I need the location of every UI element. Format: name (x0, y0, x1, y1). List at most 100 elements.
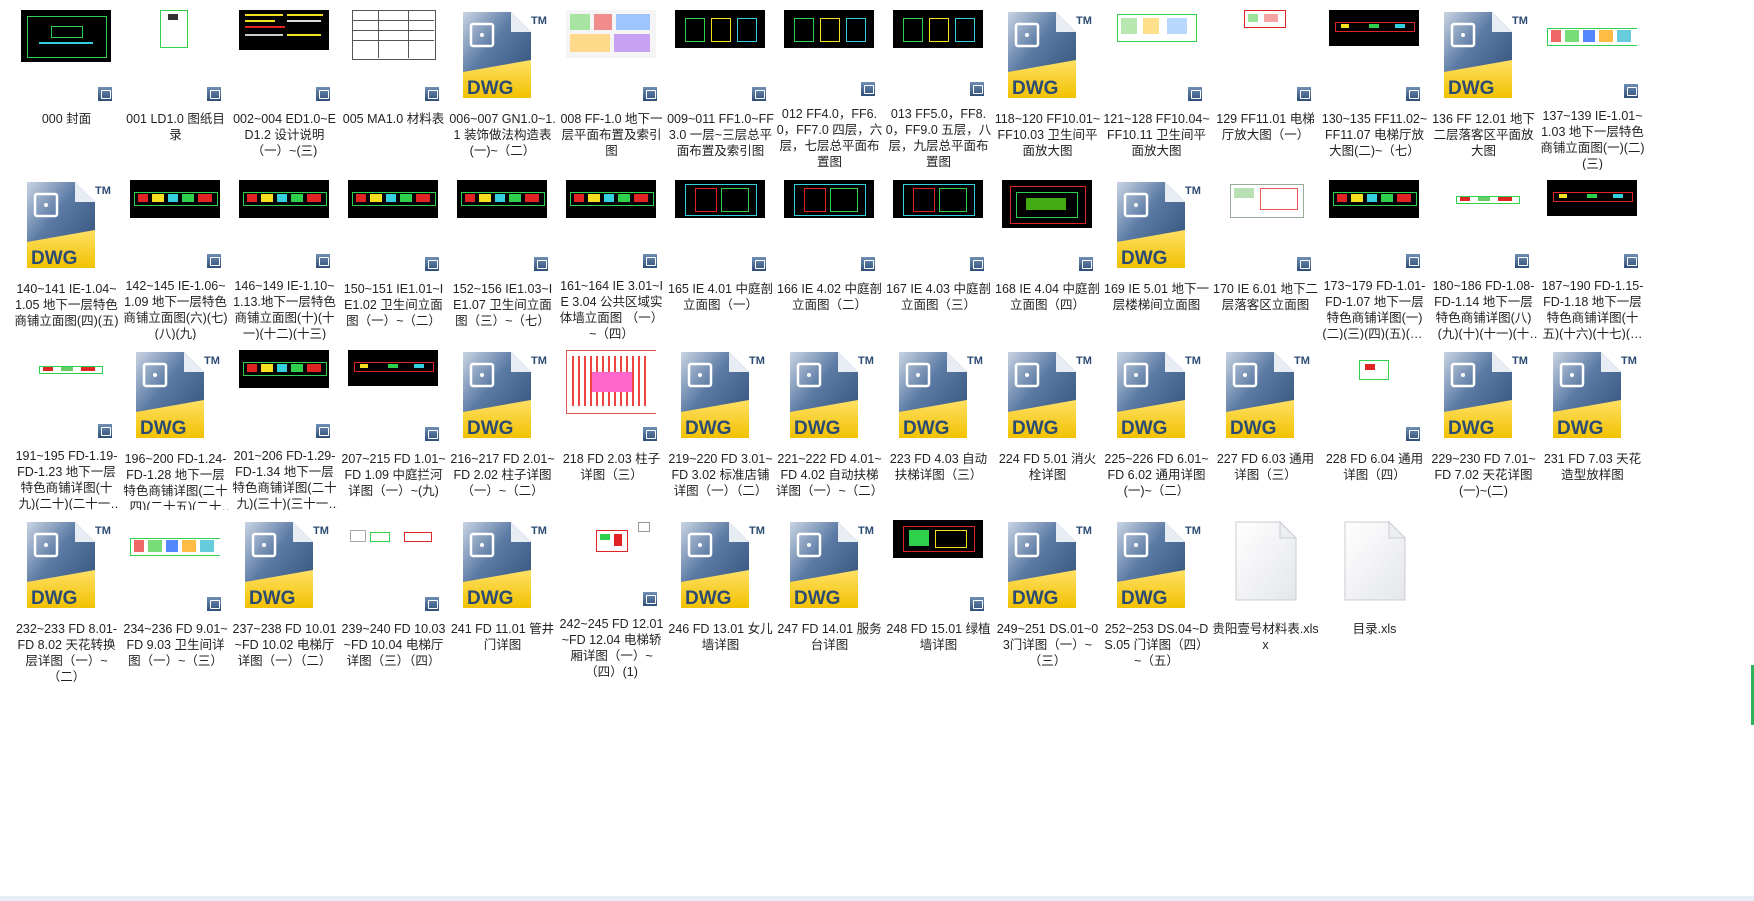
file-icon[interactable]: DWG TM (893, 350, 985, 442)
file-item[interactable]: 228 FD 6.04 通用详图（四） (1320, 340, 1429, 510)
file-icon[interactable]: DWG TM (1438, 10, 1530, 102)
file-name-label[interactable]: 248 FD 15.01 绿植墙详图 (885, 621, 992, 653)
file-icon[interactable] (456, 180, 549, 272)
file-name-label[interactable]: 140~141 IE-1.04~1.05 地下一层特色商铺立面图(四)(五) (13, 281, 120, 329)
file-icon[interactable]: DWG TM (1438, 350, 1530, 442)
file-icon[interactable] (565, 10, 658, 102)
file-icon[interactable] (238, 10, 331, 102)
file-item[interactable]: DWG TM 252~253 DS.04~DS.05 门详图（四）~（五） (1102, 510, 1211, 680)
file-name-label[interactable]: 237~238 FD 10.01~FD 10.02 电梯厅详图（一）（二） (231, 621, 338, 669)
file-name-label[interactable]: 241 FD 11.01 管井门详图 (449, 621, 556, 653)
file-name-label[interactable]: 231 FD 7.03 天花造型放样图 (1539, 451, 1646, 483)
file-icon[interactable]: DWG TM (1111, 350, 1203, 442)
file-item[interactable]: 168 IE 4.04 中庭剖立面图（四） (993, 170, 1102, 340)
file-item[interactable]: 目录.xls (1320, 510, 1429, 680)
file-icon[interactable] (783, 10, 876, 100)
file-name-label[interactable]: 137~139 IE-1.01~1.03 地下一层特色商铺立面图(一)(二)(三… (1539, 108, 1646, 170)
file-item[interactable]: DWG TM 227 FD 6.03 通用详图（三） (1211, 340, 1320, 510)
file-name-label[interactable]: 232~233 FD 8.01-FD 8.02 天花转换层详图（一）~（二） (13, 621, 120, 685)
file-item[interactable]: 165 IE 4.01 中庭剖立面图（一） (666, 170, 775, 340)
file-item[interactable]: DWG TM 229~230 FD 7.01~FD 7.02 天花详图(一)~(… (1429, 340, 1538, 510)
file-icon[interactable] (1546, 180, 1639, 270)
file-item[interactable]: DWG TM 241 FD 11.01 管井门详图 (448, 510, 557, 680)
file-icon[interactable] (129, 520, 222, 612)
file-name-label[interactable]: 218 FD 2.03 柱子详图（三） (558, 451, 665, 483)
file-item[interactable]: DWG TM 231 FD 7.03 天花造型放样图 (1538, 340, 1647, 510)
file-item[interactable]: 009~011 FF1.0~FF3.0 一层~三层总平面布置及索引图 (666, 0, 775, 170)
file-item[interactable]: DWG TM 247 FD 14.01 服务台详图 (775, 510, 884, 680)
file-name-label[interactable]: 121~128 FF10.04~FF10.11 卫生间平面放大图 (1103, 111, 1210, 159)
file-name-label[interactable]: 246 FD 13.01 女儿墙详图 (667, 621, 774, 653)
file-item[interactable]: DWG TM 169 IE 5.01 地下一层楼梯间立面图 (1102, 170, 1211, 340)
file-item[interactable]: 005 MA1.0 材料表 (339, 0, 448, 170)
file-name-label[interactable]: 207~215 FD 1.01~FD 1.09 中庭拦河详图（一）~(九) (340, 451, 447, 499)
file-item[interactable]: DWG TM 196~200 FD-1.24-FD-1.28 地下一层特色商铺详… (121, 340, 230, 510)
file-name-label[interactable]: 196~200 FD-1.24-FD-1.28 地下一层特色商铺详图(二十四)(… (122, 451, 229, 510)
file-name-label[interactable]: 225~226 FD 6.01~FD 6.02 通用详图(一)~（二） (1103, 451, 1210, 499)
file-name-label[interactable]: 161~164 IE 3.01~IE 3.04 公共区域实体墙立面图 （一）~（… (558, 278, 665, 340)
file-name-label[interactable]: 216~217 FD 2.01~FD 2.02 柱子详图（一）~（二） (449, 451, 556, 499)
file-icon[interactable]: DWG TM (21, 180, 113, 272)
file-icon[interactable]: DWG TM (675, 520, 767, 612)
file-name-label[interactable]: 136 FF 12.01 地下二层落客区平面放大图 (1430, 111, 1537, 159)
file-item[interactable]: DWG TM 237~238 FD 10.01~FD 10.02 电梯厅详图（一… (230, 510, 339, 680)
file-item[interactable]: DWG TM 246 FD 13.01 女儿墙详图 (666, 510, 775, 680)
file-icon[interactable] (1437, 180, 1530, 270)
file-icon[interactable] (892, 180, 985, 272)
file-item[interactable]: DWG TM 118~120 FF10.01~FF10.03 卫生间平面放大图 (993, 0, 1102, 170)
file-icon[interactable] (1546, 10, 1639, 100)
file-icon[interactable] (238, 350, 331, 440)
file-item[interactable]: 187~190 FD-1.15-FD-1.18 地下一层特色商铺详图(十五)(十… (1538, 170, 1647, 340)
file-icon[interactable] (20, 10, 113, 102)
file-item[interactable]: 234~236 FD 9.01~FD 9.03 卫生间详图（一）~（三） (121, 510, 230, 680)
file-name-label[interactable]: 234~236 FD 9.01~FD 9.03 卫生间详图（一）~（三） (122, 621, 229, 669)
file-name-label[interactable]: 012 FF4.0，FF6.0，FF7.0 四层，六层，七层总平面布置图 (776, 106, 883, 170)
file-item[interactable]: 191~195 FD-1.19-FD-1.23 地下一层特色商铺详图(十九)(二… (12, 340, 121, 510)
file-icon[interactable] (347, 10, 440, 102)
file-name-label[interactable]: 169 IE 5.01 地下一层楼梯间立面图 (1103, 281, 1210, 313)
file-item[interactable]: 239~240 FD 10.03~FD 10.04 电梯厅详图（三）（四） (339, 510, 448, 680)
file-name-label[interactable]: 168 IE 4.04 中庭剖立面图（四） (994, 281, 1101, 313)
file-icon[interactable] (565, 180, 658, 270)
file-item[interactable]: 150~151 IE1.01~IE1.02 卫生间立面图（一）~（二） (339, 170, 448, 340)
file-name-label[interactable]: 118~120 FF10.01~FF10.03 卫生间平面放大图 (994, 111, 1101, 159)
file-item[interactable]: 173~179 FD-1.01-FD-1.07 地下一层特色商铺详图(一)(二)… (1320, 170, 1429, 340)
file-icon[interactable] (565, 520, 658, 610)
file-icon[interactable] (674, 180, 767, 272)
file-item[interactable]: 152~156 IE1.03~IE1.07 卫生间立面图（三）~（七） (448, 170, 557, 340)
file-item[interactable]: 218 FD 2.03 柱子详图（三） (557, 340, 666, 510)
file-name-label[interactable]: 187~190 FD-1.15-FD-1.18 地下一层特色商铺详图(十五)(十… (1539, 278, 1646, 340)
file-name-label[interactable]: 贵阳壹号材料表.xlsx (1212, 621, 1319, 653)
file-item[interactable]: 207~215 FD 1.01~FD 1.09 中庭拦河详图（一）~(九) (339, 340, 448, 510)
file-name-label[interactable]: 219~220 FD 3.01~FD 3.02 标准店铺详图（一）（二） (667, 451, 774, 499)
file-item[interactable]: 170 IE 6.01 地下二层落客区立面图 (1211, 170, 1320, 340)
file-icon[interactable] (1001, 180, 1094, 272)
file-name-label[interactable]: 229~230 FD 7.01~FD 7.02 天花详图(一)~(二) (1430, 451, 1537, 499)
file-name-label[interactable]: 150~151 IE1.01~IE1.02 卫生间立面图（一）~（二） (340, 281, 447, 329)
file-name-label[interactable]: 228 FD 6.04 通用详图（四） (1321, 451, 1428, 483)
file-item[interactable]: DWG TM 140~141 IE-1.04~1.05 地下一层特色商铺立面图(… (12, 170, 121, 340)
file-name-label[interactable]: 252~253 DS.04~DS.05 门详图（四）~（五） (1103, 621, 1210, 669)
file-item[interactable]: DWG TM 225~226 FD 6.01~FD 6.02 通用详图(一)~（… (1102, 340, 1211, 510)
file-item[interactable]: DWG TM 219~220 FD 3.01~FD 3.02 标准店铺详图（一）… (666, 340, 775, 510)
file-item[interactable]: DWG TM 223 FD 4.03 自动扶梯详图（三） (884, 340, 993, 510)
file-icon[interactable] (129, 10, 222, 102)
file-icon[interactable]: DWG TM (21, 520, 113, 612)
file-icon[interactable]: DWG TM (457, 10, 549, 102)
file-name-label[interactable]: 001 LD1.0 图纸目录 (122, 111, 229, 143)
file-name-label[interactable]: 170 IE 6.01 地下二层落客区立面图 (1212, 281, 1319, 313)
file-icon[interactable] (1220, 520, 1312, 612)
file-item[interactable]: 000 封面 (12, 0, 121, 170)
file-icon[interactable] (347, 350, 440, 442)
file-item[interactable]: 146~149 IE-1.10~1.13.地下一层特色商铺立面图(十)(十一)(… (230, 170, 339, 340)
file-item[interactable]: 008 FF-1.0 地下一层平面布置及索引图 (557, 0, 666, 170)
file-item[interactable]: 180~186 FD-1.08-FD-1.14 地下一层特色商铺详图(八)(九)… (1429, 170, 1538, 340)
file-name-label[interactable]: 167 IE 4.03 中庭剖立面图（三） (885, 281, 992, 313)
file-item[interactable]: DWG TM 136 FF 12.01 地下二层落客区平面放大图 (1429, 0, 1538, 170)
file-icon[interactable] (1328, 180, 1421, 270)
file-item[interactable]: 012 FF4.0，FF6.0，FF7.0 四层，六层，七层总平面布置图 (775, 0, 884, 170)
file-name-label[interactable]: 000 封面 (13, 111, 120, 127)
file-name-label[interactable]: 129 FF11.01 电梯厅放大图（一） (1212, 111, 1319, 143)
file-name-label[interactable]: 152~156 IE1.03~IE1.07 卫生间立面图（三）~（七） (449, 281, 556, 329)
file-item[interactable]: 002~004 ED1.0~ED1.2 设计说明（一）~(三) (230, 0, 339, 170)
